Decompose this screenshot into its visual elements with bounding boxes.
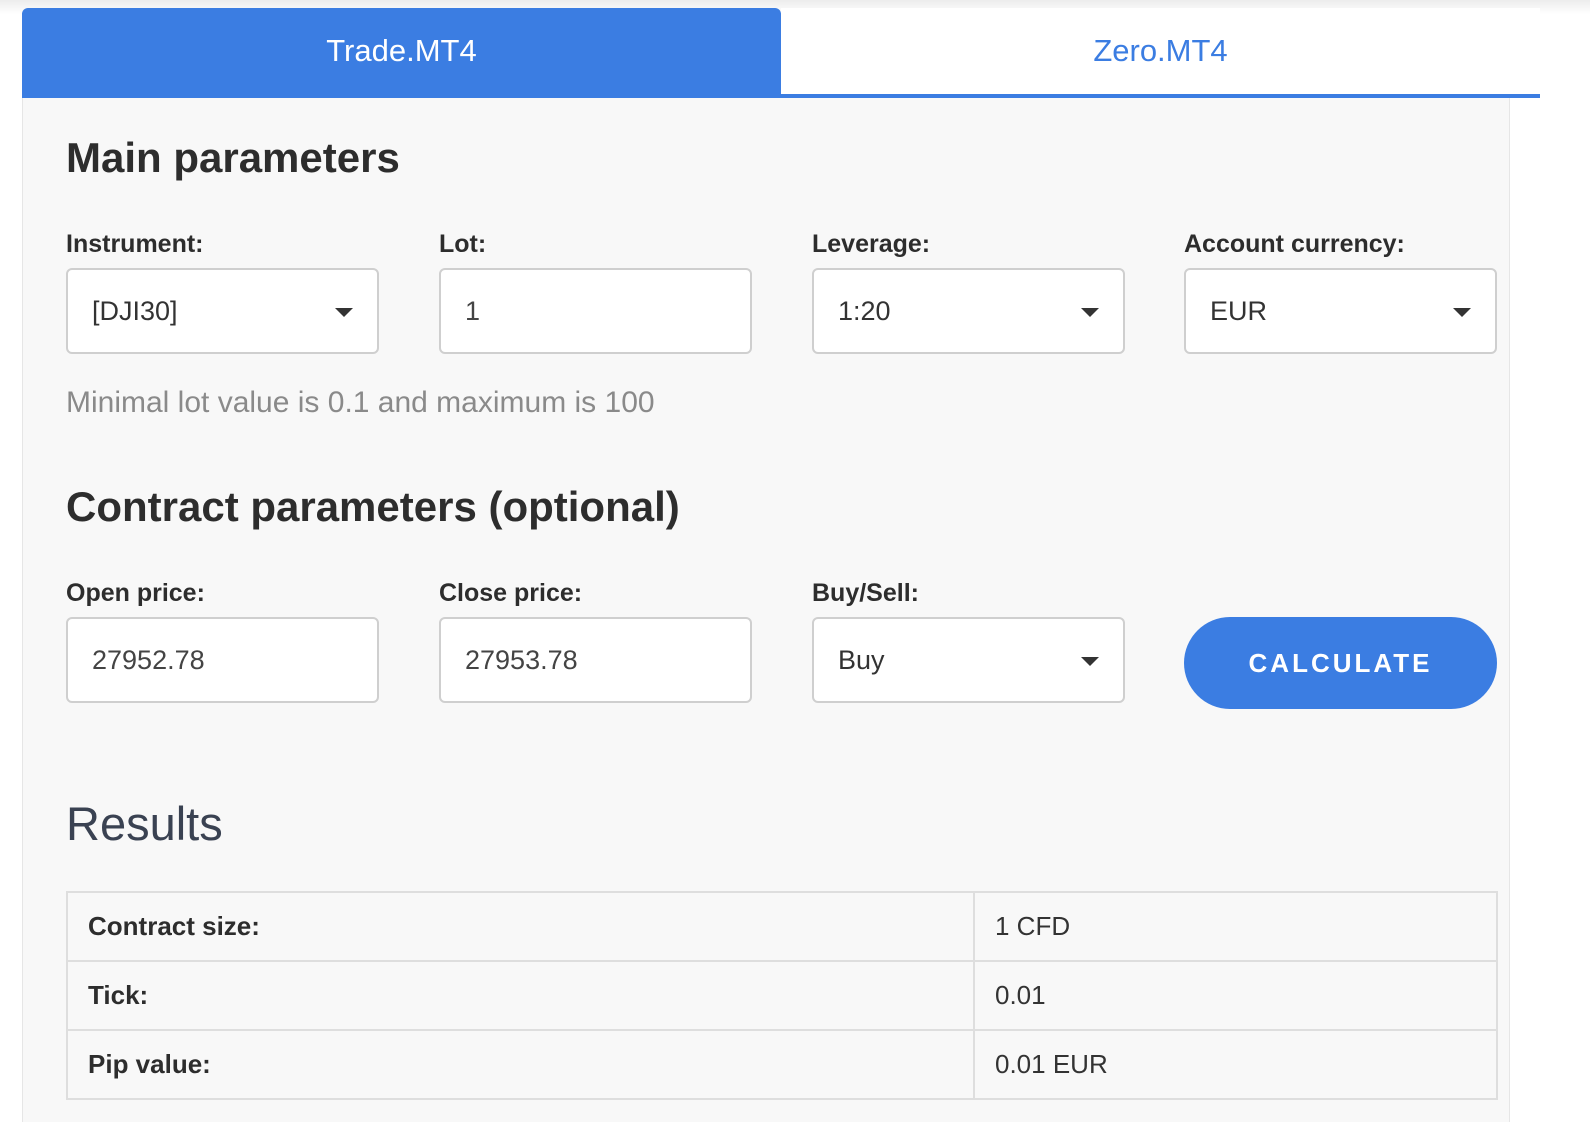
pip-value-value: 0.01 EUR bbox=[973, 1029, 1498, 1100]
buy-sell-value: Buy bbox=[838, 644, 885, 675]
tab-trade-mt4[interactable]: Trade.MT4 bbox=[22, 8, 781, 94]
close-price-input[interactable]: 27953.78 bbox=[439, 617, 752, 703]
open-price-input[interactable]: 27952.78 bbox=[66, 617, 379, 703]
open-price-label: Open price: bbox=[66, 579, 205, 607]
buy-sell-label: Buy/Sell: bbox=[812, 579, 919, 607]
table-row: Tick: 0.01 bbox=[66, 960, 1498, 1031]
contract-size-label: Contract size: bbox=[66, 891, 975, 962]
leverage-value: 1:20 bbox=[838, 295, 891, 326]
chevron-down-icon bbox=[335, 308, 353, 317]
account-currency-label: Account currency: bbox=[1184, 230, 1405, 258]
calculate-button[interactable]: CALCULATE bbox=[1184, 617, 1497, 709]
table-row: Contract size: 1 CFD bbox=[66, 891, 1498, 962]
instrument-select[interactable]: [DJI30] bbox=[66, 268, 379, 354]
results-heading: Results bbox=[66, 797, 223, 850]
main-parameters-heading: Main parameters bbox=[66, 134, 400, 181]
close-price-label: Close price: bbox=[439, 579, 583, 607]
leverage-select[interactable]: 1:20 bbox=[812, 268, 1125, 354]
lot-value: 1 bbox=[465, 295, 481, 326]
lot-input[interactable]: 1 bbox=[439, 268, 752, 354]
account-currency-select[interactable]: EUR bbox=[1184, 268, 1497, 354]
chevron-down-icon bbox=[1081, 308, 1099, 317]
pip-value-label: Pip value: bbox=[66, 1029, 975, 1100]
tick-value: 0.01 bbox=[973, 960, 1498, 1031]
calculator-panel: Main parameters Instrument: [DJI30] Lot:… bbox=[22, 98, 1510, 1122]
open-price-value: 27952.78 bbox=[92, 644, 205, 675]
contract-size-value: 1 CFD bbox=[973, 891, 1498, 962]
leverage-label: Leverage: bbox=[812, 230, 931, 258]
tab-zero-mt4[interactable]: Zero.MT4 bbox=[781, 8, 1540, 94]
results-table: Contract size: 1 CFD Tick: 0.01 Pip valu… bbox=[66, 891, 1498, 1100]
table-row: Pip value: 0.01 EUR bbox=[66, 1029, 1498, 1100]
instrument-label: Instrument: bbox=[66, 230, 204, 258]
lot-range-hint: Minimal lot value is 0.1 and maximum is … bbox=[66, 386, 655, 419]
buy-sell-select[interactable]: Buy bbox=[812, 617, 1125, 703]
instrument-value: [DJI30] bbox=[92, 295, 178, 326]
chevron-down-icon bbox=[1081, 657, 1099, 666]
close-price-value: 27953.78 bbox=[465, 644, 578, 675]
tick-label: Tick: bbox=[66, 960, 975, 1031]
chevron-down-icon bbox=[1453, 308, 1471, 317]
contract-parameters-heading: Contract parameters (optional) bbox=[66, 483, 680, 530]
platform-tabs: Trade.MT4 Zero.MT4 bbox=[22, 8, 1540, 98]
account-currency-value: EUR bbox=[1210, 295, 1268, 326]
lot-label: Lot: bbox=[439, 230, 487, 258]
